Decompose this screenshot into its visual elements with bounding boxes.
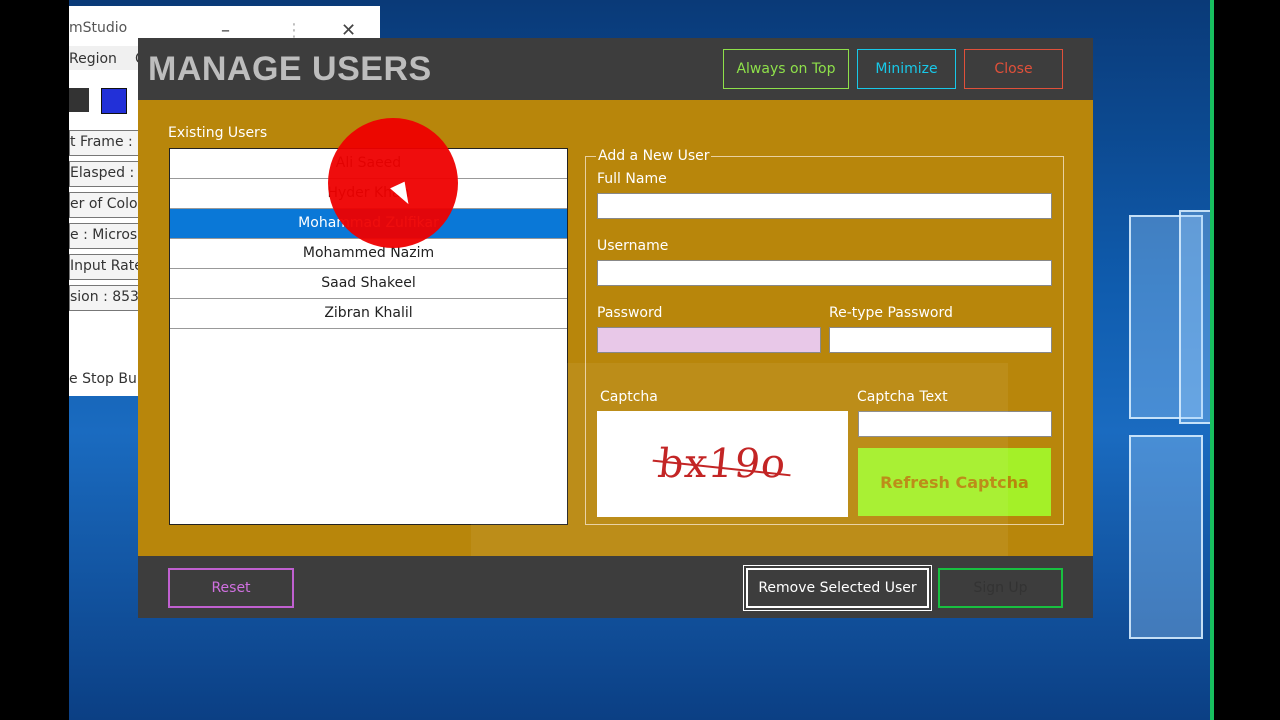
existing-users-label: Existing Users [168,125,268,141]
minimize-button[interactable]: Minimize [857,49,956,89]
list-item-selected[interactable]: Mohammad Zulfikar [170,209,567,239]
screen-edge [1210,0,1280,720]
background-app-title: mStudio [69,20,128,36]
stop-button-label[interactable]: e Stop Bu [69,371,137,387]
add-user-legend: Add a New User [596,148,712,164]
username-label: Username [597,238,669,254]
list-item[interactable]: Mohammed Nazim [170,239,567,269]
dialog-title: MANAGE USERS [148,50,432,88]
stat-label: er of Colors [69,192,141,218]
menu-region[interactable]: Region [69,51,117,67]
toolbar-dark-swatch[interactable] [69,88,89,112]
password-field[interactable] [597,327,821,353]
full-name-label: Full Name [597,171,667,187]
always-on-top-button[interactable]: Always on Top [723,49,849,89]
windows-logo-pane [1179,210,1210,424]
list-item[interactable]: Zibran Khalil [170,299,567,329]
toolbar-blue-swatch[interactable] [101,88,127,114]
ghost-overlay [471,363,1008,578]
close-button[interactable]: Close [964,49,1063,89]
stat-label: Input Rate [69,254,141,280]
manage-users-dialog: MANAGE USERS Always on Top Minimize Clos… [138,38,1093,618]
windows-logo-pane [1129,435,1203,639]
password-label: Password [597,305,663,321]
stat-label: Elasped : 1 [69,161,141,187]
reset-button[interactable]: Reset [168,568,294,608]
stat-label: t Frame : 2 [69,130,141,156]
remove-selected-user-button[interactable]: Remove Selected User [743,565,932,611]
full-name-field[interactable] [597,193,1052,219]
stat-label: e : Microsof [69,223,141,249]
retype-password-field[interactable] [829,327,1052,353]
retype-password-label: Re-type Password [829,305,953,321]
username-field[interactable] [597,260,1052,286]
list-item[interactable]: Ali Saeed [170,149,567,179]
list-item[interactable]: Saad Shakeel [170,269,567,299]
dialog-header[interactable]: MANAGE USERS Always on Top Minimize Clos… [138,38,1093,100]
list-item[interactable]: Hyder Khan [170,179,567,209]
sign-up-button[interactable]: Sign Up [938,568,1063,608]
stat-label: sion : 853 [69,285,141,311]
dialog-footer: Reset Remove Selected User Sign Up [138,556,1093,618]
